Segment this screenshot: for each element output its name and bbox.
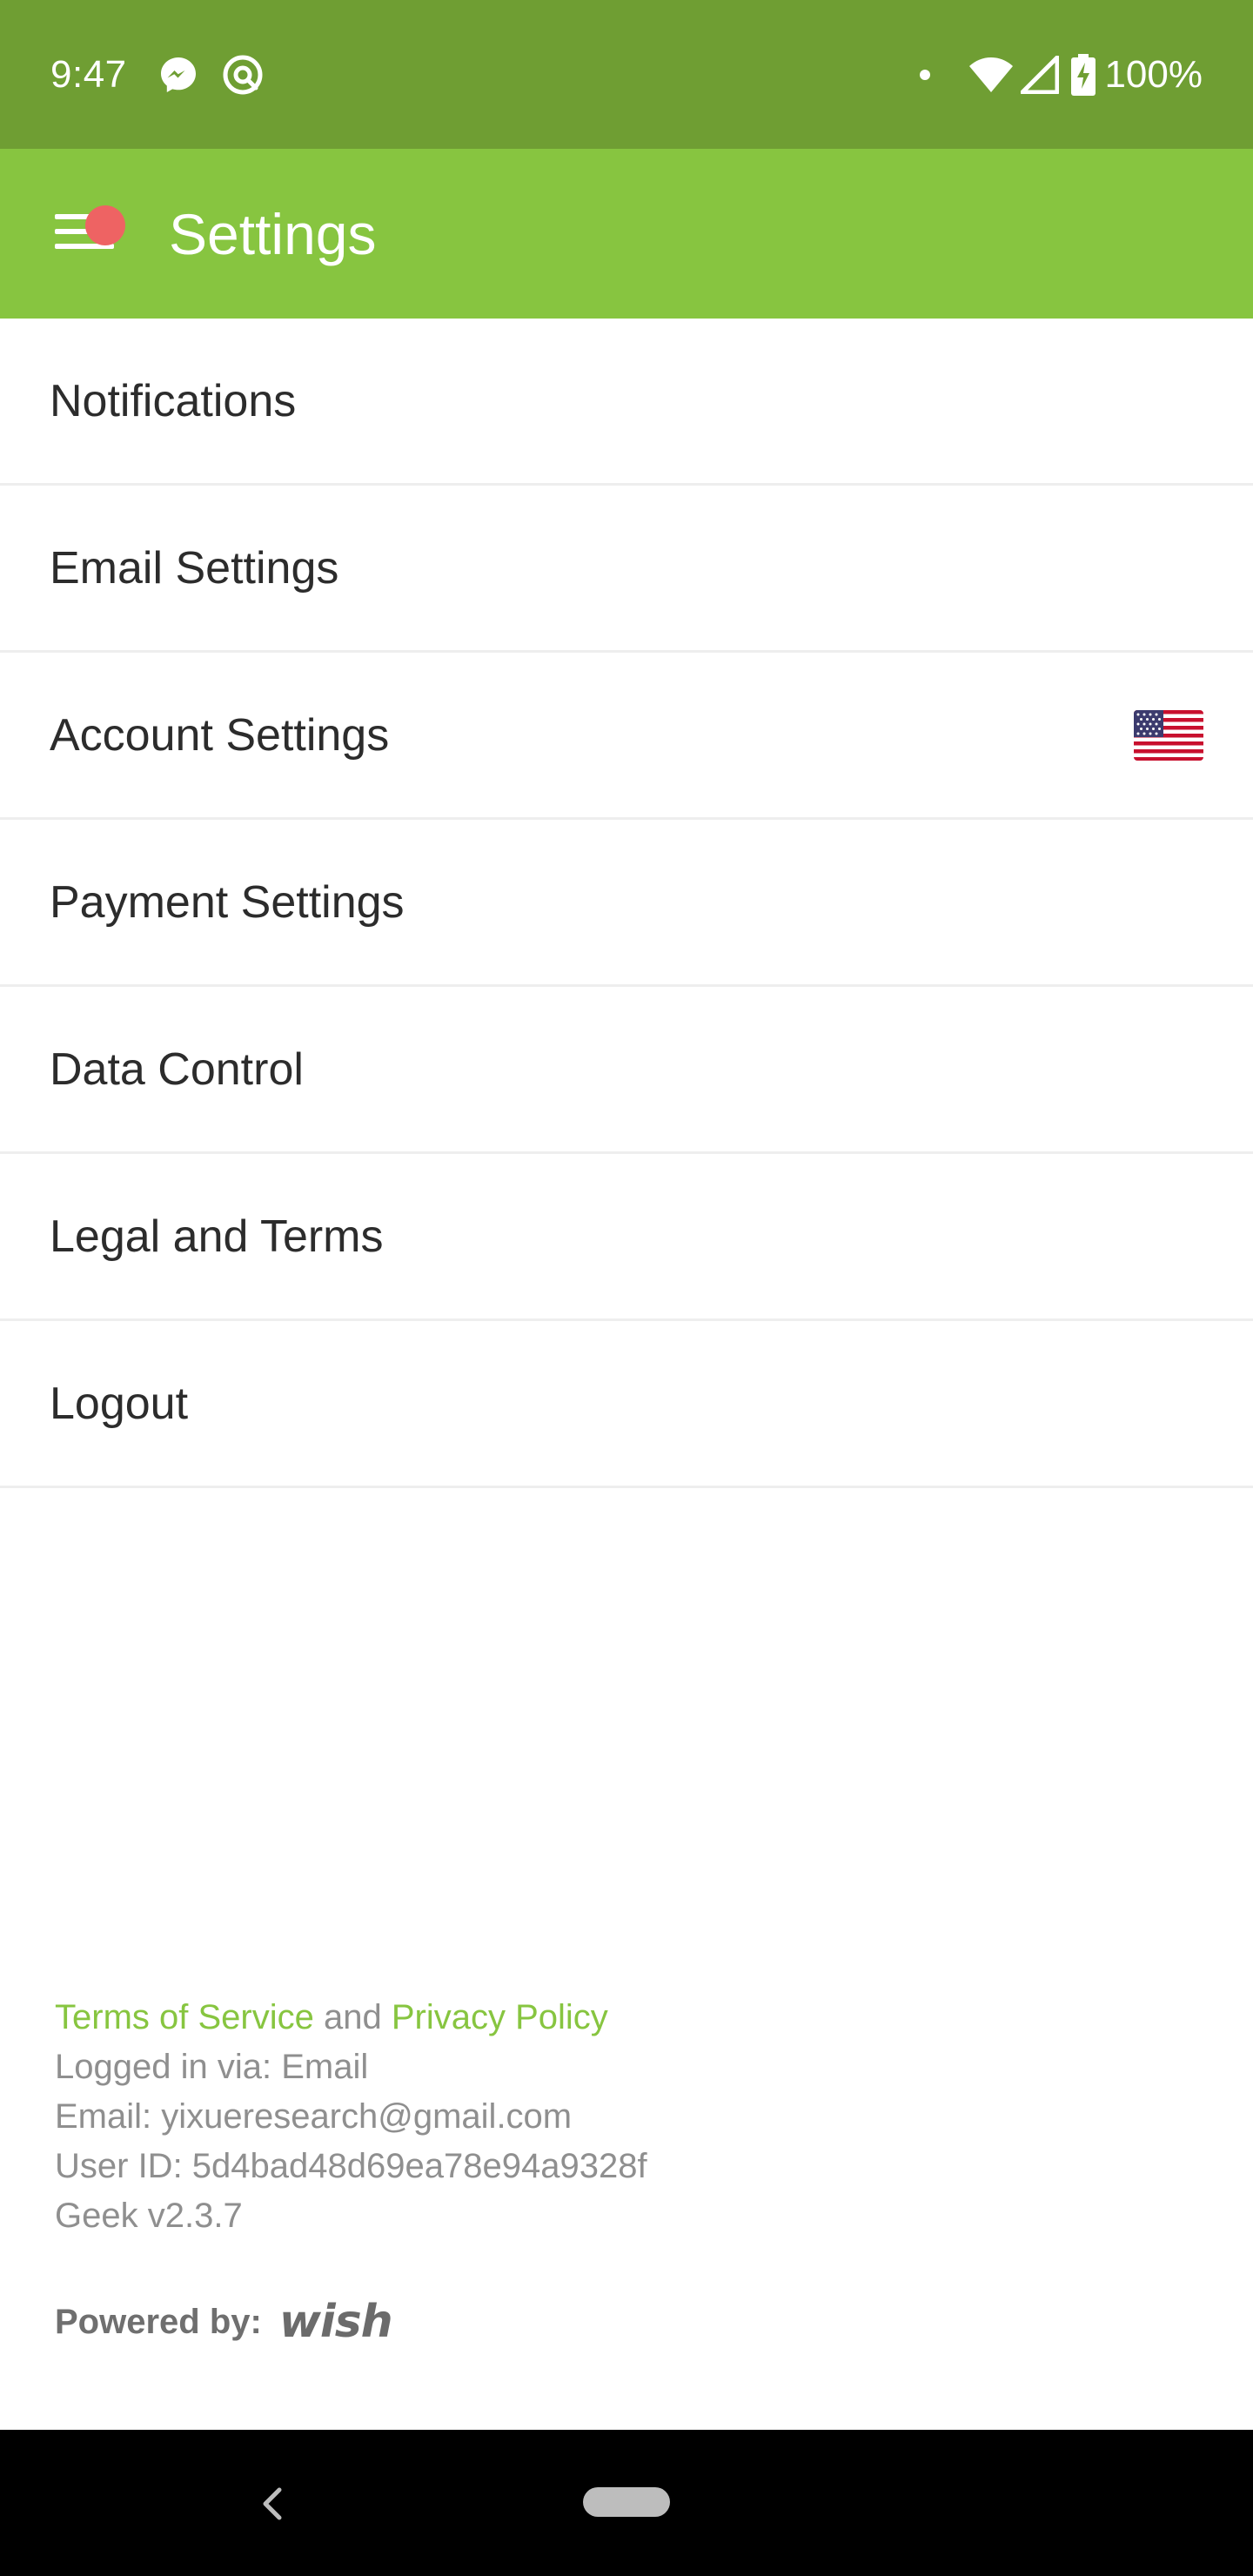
status-bar: 9:47 100%: [0, 0, 1253, 149]
settings-item-label: Data Control: [50, 1043, 304, 1095]
back-chevron-icon[interactable]: [251, 2473, 294, 2534]
settings-item-label: Legal and Terms: [50, 1211, 384, 1262]
settings-item-email-settings[interactable]: Email Settings: [0, 486, 1253, 653]
at-sign-icon: [221, 53, 265, 97]
version-text: Geek v2.3.7: [55, 2197, 243, 2235]
app-bar: Settings: [0, 149, 1253, 319]
settings-list: Notifications Email Settings Account Set…: [0, 319, 1253, 1488]
settings-item-label: Notifications: [50, 375, 297, 426]
menu-notification-badge: [85, 205, 125, 245]
signal-icon: [1021, 55, 1060, 94]
settings-item-account-settings[interactable]: Account Settings: [0, 653, 1253, 820]
status-time: 9:47: [50, 52, 127, 96]
status-right-group: 100%: [920, 53, 1203, 97]
terms-of-service-link[interactable]: Terms of Service: [55, 1998, 314, 2036]
page-title: Settings: [169, 201, 377, 266]
notification-dot: [920, 69, 931, 80]
settings-item-data-control[interactable]: Data Control: [0, 987, 1253, 1154]
and-text: and: [323, 1998, 382, 2036]
settings-item-label: Logout: [50, 1378, 189, 1429]
settings-item-label: Account Settings: [50, 709, 390, 761]
settings-item-payment-settings[interactable]: Payment Settings: [0, 820, 1253, 987]
powered-by-label: Powered by:: [55, 2302, 262, 2341]
settings-item-label: Payment Settings: [50, 876, 405, 928]
system-nav-bar: [0, 2430, 1253, 2576]
logged-in-via-text: Logged in via: Email: [55, 2048, 369, 2086]
legal-links-line: Terms of Service and Privacy Policy: [55, 1993, 647, 2043]
privacy-policy-link[interactable]: Privacy Policy: [392, 1998, 608, 2036]
settings-item-label: Email Settings: [50, 542, 339, 594]
account-info-footer: Terms of Service and Privacy Policy Logg…: [55, 1993, 647, 2241]
powered-by: Powered by: wish: [55, 2296, 393, 2348]
user-id-text: User ID: 5d4bad48d69ea78e94a9328f: [55, 2147, 647, 2185]
us-flag-icon: [1134, 709, 1203, 761]
menu-button[interactable]: [37, 186, 132, 282]
settings-screen: 9:47 100% Settings Notifications Email S…: [0, 0, 1253, 2576]
settings-item-notifications[interactable]: Notifications: [0, 319, 1253, 486]
messenger-icon: [158, 55, 198, 95]
settings-item-legal-and-terms[interactable]: Legal and Terms: [0, 1154, 1253, 1321]
battery-percent: 100%: [1104, 52, 1203, 96]
home-pill-icon[interactable]: [583, 2487, 670, 2517]
email-text: Email: yixueresearch@gmail.com: [55, 2097, 573, 2136]
wifi-icon: [968, 56, 1014, 94]
battery-charging-icon: [1071, 53, 1096, 96]
wish-logo: wish: [278, 2296, 393, 2348]
settings-item-logout[interactable]: Logout: [0, 1321, 1253, 1488]
